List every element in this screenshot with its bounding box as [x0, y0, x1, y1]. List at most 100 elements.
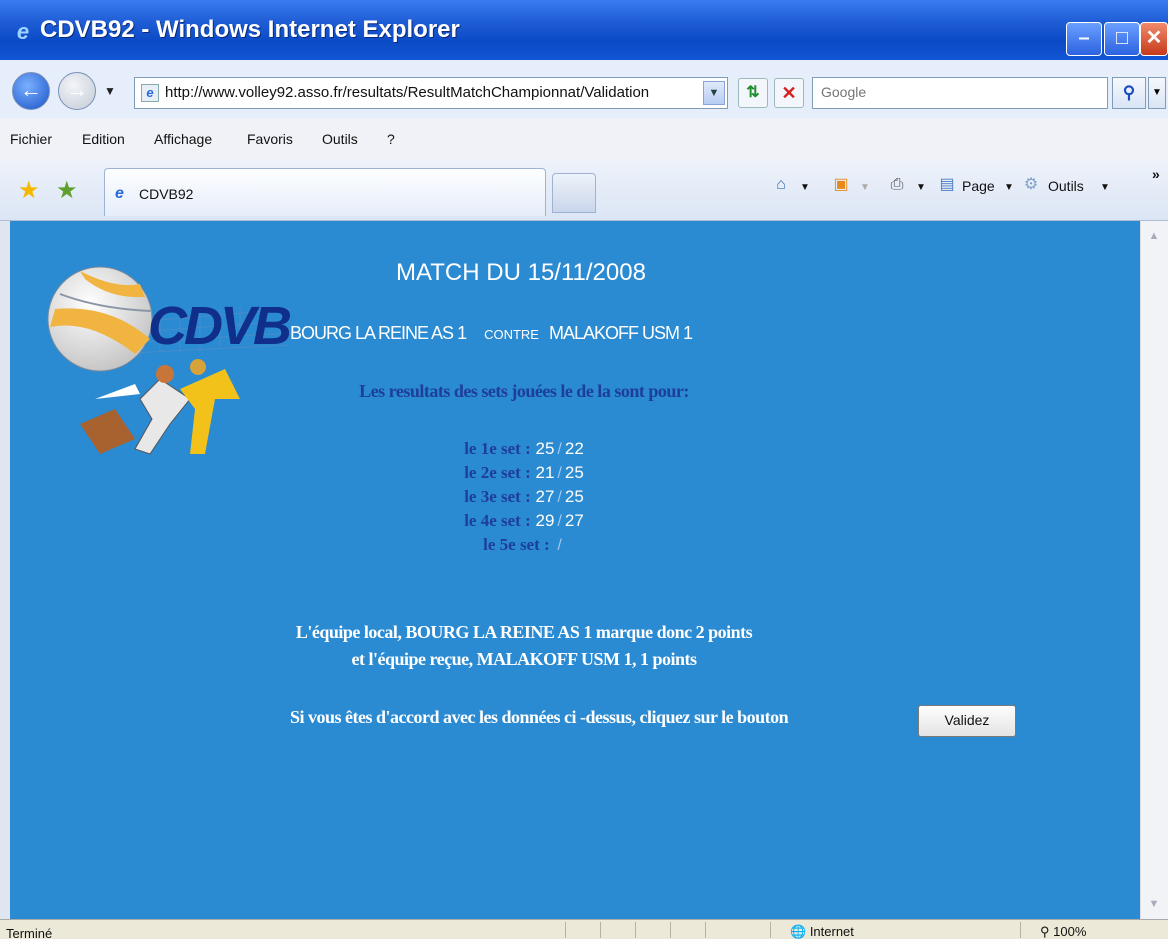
set-label: le 2e set : — [464, 463, 531, 482]
minimize-button[interactable]: – — [1066, 22, 1102, 56]
home-icon[interactable]: ⌂ — [770, 174, 792, 196]
menu-outils[interactable]: Outils — [322, 131, 358, 147]
favorites-star-icon[interactable]: ★ — [18, 176, 40, 205]
status-divider — [600, 922, 601, 938]
set-row: le 3e set : 27/25 — [10, 487, 1038, 511]
search-box[interactable] — [812, 77, 1108, 109]
set-away-score: 22 — [564, 439, 584, 458]
menu-help[interactable]: ? — [387, 131, 395, 147]
menu-edition[interactable]: Edition — [82, 131, 125, 147]
set-label: le 1e set : — [464, 439, 531, 458]
status-divider — [635, 922, 636, 938]
address-field[interactable]: e http://www.volley92.asso.fr/resultats/… — [134, 77, 728, 109]
set-row: le 1e set : 25/22 — [10, 439, 1038, 463]
teams-line: BOURG LA REINE AS 1 CONTRE MALAKOFF USM 1 — [290, 323, 693, 344]
window-title-bar: e CDVB92 - Windows Internet Explorer – □… — [0, 0, 1168, 60]
set-row: le 2e set : 21/25 — [10, 463, 1038, 487]
search-input[interactable] — [819, 83, 1093, 101]
scroll-down-icon[interactable]: ▼ — [1143, 893, 1165, 915]
forward-button[interactable]: → — [58, 72, 96, 110]
match-title: MATCH DU 15/11/2008 — [10, 259, 1032, 287]
address-toolbar: ← → ▼ e http://www.volley92.asso.fr/resu… — [0, 60, 1168, 119]
set-row: le 5e set : / — [10, 535, 1038, 559]
search-icon: ⚲ — [1122, 83, 1136, 102]
refresh-icon: ⇅ — [746, 84, 760, 101]
summary-home: L'équipe local, BOURG LA REINE AS 1 marq… — [295, 622, 753, 642]
set-label: le 3e set : — [464, 487, 531, 506]
stop-icon: ✕ — [781, 83, 797, 103]
menu-affichage[interactable]: Affichage — [154, 131, 212, 147]
close-button[interactable]: ✕ — [1140, 22, 1168, 56]
arrow-left-icon: ← — [20, 77, 42, 102]
page-menu-dropdown-icon: ▼ — [1004, 182, 1014, 193]
score-separator: / — [557, 537, 562, 554]
refresh-button[interactable]: ⇅ — [738, 78, 768, 108]
left-frame-border — [0, 221, 10, 919]
window-title: CDVB92 - Windows Internet Explorer — [40, 16, 460, 43]
vertical-scrollbar[interactable]: ▲ ▼ — [1140, 221, 1168, 919]
feeds-dropdown[interactable]: ▼ — [860, 182, 870, 193]
points-summary: L'équipe local, BOURG LA REINE AS 1 marq… — [10, 619, 1038, 673]
address-dropdown[interactable]: ▼ — [703, 81, 725, 105]
confirm-text: Si vous êtes d'accord avec les données c… — [290, 707, 789, 727]
page-icon: e — [115, 185, 124, 202]
status-divider — [770, 922, 771, 938]
arrow-right-icon: → — [66, 77, 88, 102]
away-team: MALAKOFF USM 1 — [548, 323, 693, 343]
tab-toolbar: ★ ★ e CDVB92 ⌂ ▼ ▣ ▼ ⎙ ▼ ▤ Page ▼ ⚙ Outi… — [0, 160, 1168, 221]
set-label: le 4e set : — [464, 511, 531, 530]
print-icon[interactable]: ⎙ — [886, 174, 908, 196]
menu-fichier[interactable]: Fichier — [10, 131, 52, 147]
page-icon: e — [141, 84, 159, 102]
home-dropdown[interactable]: ▼ — [800, 182, 810, 193]
page-content: CDVB 92 MATCH DU 15/11/2008 BOURG LA REI… — [10, 221, 1140, 919]
new-tab-button[interactable] — [552, 173, 596, 213]
overflow-chevron-icon[interactable]: » — [1152, 166, 1160, 182]
score-separator: / — [557, 465, 562, 482]
print-dropdown[interactable]: ▼ — [916, 182, 926, 193]
set-row: le 4e set : 29/27 — [10, 511, 1038, 535]
gear-icon: ⚙ — [1023, 176, 1039, 193]
tab-label: CDVB92 — [139, 186, 194, 202]
zoom-level[interactable]: ⚲ 100% — [1040, 924, 1086, 939]
url-text[interactable]: http://www.volley92.asso.fr/resultats/Re… — [165, 84, 705, 101]
status-divider — [670, 922, 671, 938]
zoom-label: 100% — [1053, 924, 1087, 939]
feeds-icon[interactable]: ▣ — [830, 174, 852, 196]
back-button[interactable]: ← — [12, 72, 50, 110]
logo-text: CDVB 92 — [148, 296, 300, 356]
menu-favoris[interactable]: Favoris — [247, 131, 293, 147]
set-label: le 5e set : — [483, 535, 550, 554]
menu-bar: Fichier Edition Affichage Favoris Outils… — [0, 118, 1168, 161]
validate-button[interactable]: Validez — [918, 705, 1016, 737]
tab-cdvb92[interactable]: e CDVB92 — [104, 168, 546, 216]
status-divider — [1020, 922, 1021, 938]
page-menu[interactable]: Page — [962, 178, 995, 194]
score-separator: / — [557, 441, 562, 458]
search-button[interactable]: ⚲ — [1112, 77, 1146, 109]
add-favorite-icon[interactable]: ★ — [56, 176, 78, 205]
status-bar: Terminé 🌐 Internet ⚲ 100% — [0, 919, 1168, 939]
set-home-score: 21 — [535, 463, 555, 482]
zoom-icon: ⚲ — [1040, 924, 1050, 939]
score-separator: / — [557, 513, 562, 530]
internet-explorer-icon: e — [16, 19, 30, 44]
maximize-button[interactable]: □ — [1104, 22, 1140, 56]
tools-menu[interactable]: Outils — [1048, 178, 1084, 194]
set-away-score: 25 — [564, 487, 584, 506]
status-divider — [565, 922, 566, 938]
summary-away: et l'équipe reçue, MALAKOFF USM 1, 1 poi… — [351, 649, 697, 669]
set-home-score: 25 — [535, 439, 555, 458]
set-home-score: 27 — [535, 487, 555, 506]
search-options-dropdown[interactable]: ▼ — [1148, 77, 1166, 109]
sets-intro: Les resultats des sets jouées le de la s… — [359, 381, 689, 401]
stop-button[interactable]: ✕ — [774, 78, 804, 108]
set-away-score: 25 — [564, 463, 584, 482]
history-dropdown[interactable]: ▼ — [104, 84, 116, 98]
security-zone: 🌐 Internet — [790, 924, 854, 939]
globe-icon: 🌐 — [790, 924, 807, 939]
home-team: BOURG LA REINE AS 1 — [290, 323, 467, 343]
tools-menu-dropdown-icon: ▼ — [1100, 182, 1110, 193]
status-text: Terminé — [6, 926, 53, 939]
scroll-up-icon[interactable]: ▲ — [1143, 225, 1165, 247]
